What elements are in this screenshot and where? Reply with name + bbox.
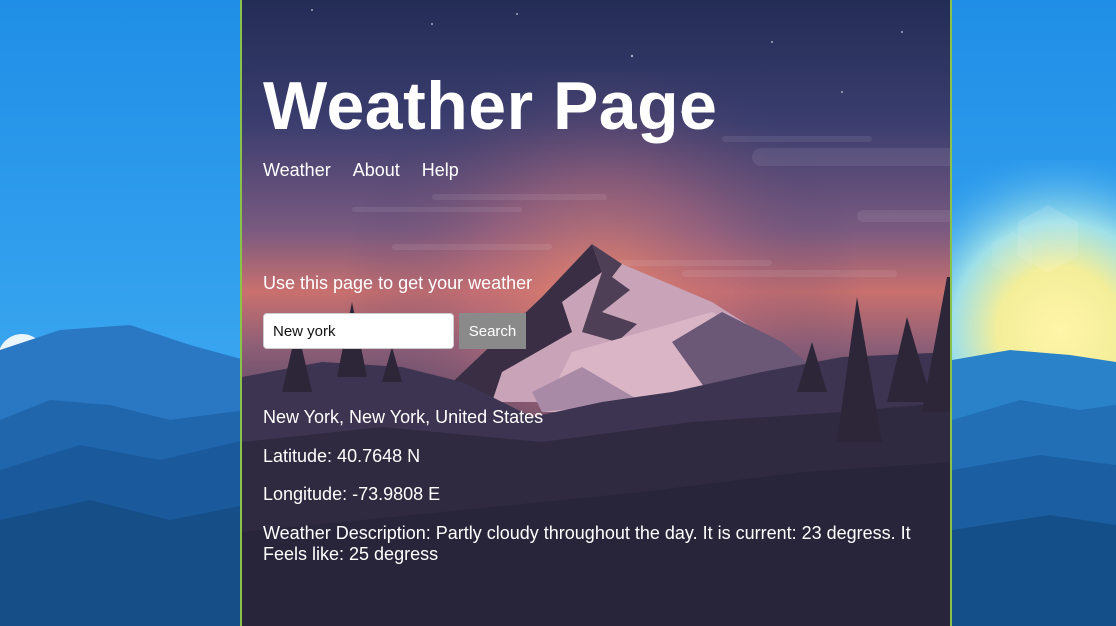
card-content: Weather Page Weather About Help Use this… (242, 2, 950, 626)
page-title: Weather Page (263, 68, 718, 144)
main-nav: Weather About Help (263, 160, 459, 181)
result-longitude: Longitude: -73.9808 E (263, 484, 441, 504)
nav-link-weather[interactable]: Weather (263, 160, 331, 181)
weather-card: Weather Page Weather About Help Use this… (240, 0, 952, 626)
search-button[interactable]: Search (459, 313, 526, 349)
location-search-input[interactable] (263, 313, 454, 349)
nav-link-about[interactable]: About (353, 160, 400, 181)
result-description: Weather Description: Partly cloudy throu… (263, 523, 911, 564)
search-form: Search (263, 313, 526, 349)
result-latitude: Latitude: 40.7648 N (263, 446, 421, 466)
intro-text: Use this page to get your weather (263, 273, 533, 293)
result-location: New York, New York, United States (263, 407, 544, 427)
nav-link-help[interactable]: Help (422, 160, 459, 181)
